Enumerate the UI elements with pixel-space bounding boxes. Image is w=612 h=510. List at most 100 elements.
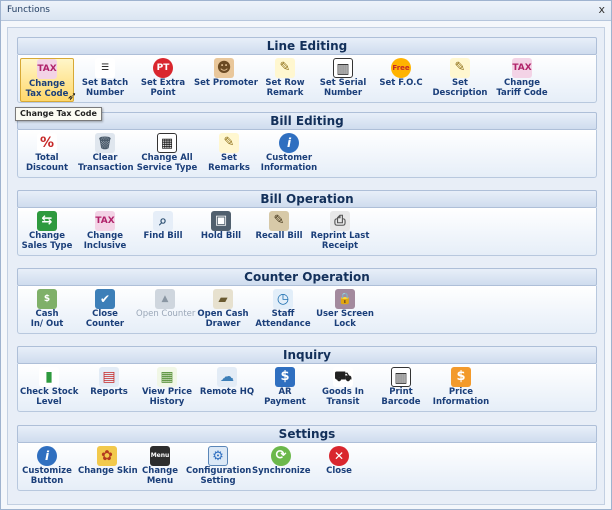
trash-icon: 🗑	[95, 133, 115, 153]
button-label-line1: Change	[29, 231, 65, 241]
change-all-service-type-button[interactable]: ▦ Change All Service Type	[136, 133, 198, 177]
set-extra-point-button[interactable]: PT Set Extra Point	[136, 58, 190, 102]
tooltip: Change Tax Code	[15, 107, 102, 121]
set-description-button[interactable]: ✎ Set Description	[430, 58, 490, 102]
button-label-line2: Barcode	[381, 397, 421, 407]
button-label-line1: Set Extra	[140, 78, 186, 88]
button-label-line1: Total	[35, 153, 59, 163]
reprint-last-receipt-button[interactable]: ⎙ Reprint Last Receipt	[310, 211, 370, 255]
calendar-icon: ▦	[157, 367, 177, 387]
button-label-line1: Find Bill	[143, 231, 183, 241]
ar-payment-button[interactable]: $ AR Payment	[258, 367, 312, 411]
button-label-line1: Customize	[22, 466, 72, 476]
button-label-line1: Recall Bill	[255, 231, 303, 241]
button-label-line1: Change All	[141, 153, 193, 163]
clear-transaction-button[interactable]: 🗑 Clear Transaction	[78, 133, 134, 177]
set-row-remark-button[interactable]: ✎ Set Row Remark	[258, 58, 312, 102]
set-promoter-button[interactable]: ☻ Set Promoter	[194, 58, 258, 102]
change-tariff-code-button[interactable]: TAX Change Tariff Code	[492, 58, 552, 102]
button-label-line2: Information	[432, 397, 490, 407]
pencil-note-icon: ✎	[219, 133, 239, 153]
close-window-button[interactable]: x	[598, 3, 605, 16]
button-label-line1: Close	[92, 309, 118, 319]
close-counter-button[interactable]: ✔ Close Counter	[78, 289, 132, 333]
group-title: Line Editing	[17, 37, 597, 55]
button-label-line2: Lock	[334, 319, 356, 329]
button-label-line2: Attendance	[255, 319, 311, 329]
button-label-line2: Inclusive	[83, 241, 127, 251]
button-label-line1: Open Cash	[197, 309, 249, 319]
group-body: ▮ Check Stock Level ▤ Reports ▦ View Pri…	[17, 364, 597, 412]
find-bill-button[interactable]: ⌕ Find Bill	[136, 211, 190, 255]
total-discount-button[interactable]: % Total Discount	[20, 133, 74, 177]
change-skin-button[interactable]: ✿ Change Skin	[78, 446, 138, 490]
button-label-line1: Set	[452, 78, 468, 88]
goods-in-transit-button[interactable]: ⛟ Goods In Transit	[316, 367, 370, 411]
synchronize-button[interactable]: ⟳ Synchronize	[252, 446, 311, 490]
button-label-line2: Payment	[264, 397, 306, 407]
counter-icon: ▲	[155, 289, 175, 309]
document-icon: ▦	[157, 133, 177, 153]
open-cash-drawer-button[interactable]: ▰ Open Cash Drawer	[196, 289, 250, 333]
pencil-note-icon: ✎	[275, 58, 295, 78]
set-remarks-button[interactable]: ✎ Set Remarks	[202, 133, 256, 177]
button-label-line1: Price	[448, 387, 474, 397]
group-title: Inquiry	[17, 346, 597, 364]
set-serial-number-button[interactable]: ▥ Set Serial Number	[316, 58, 370, 102]
change-tax-code-button[interactable]: TAX Change Tax Code	[20, 58, 74, 102]
close-button[interactable]: ✕ Close	[312, 446, 366, 490]
staff-attendance-button[interactable]: ◷ Staff Attendance	[254, 289, 312, 333]
button-label-line2: Discount	[25, 163, 69, 173]
button-label-line1: Change	[87, 231, 123, 241]
person-icon: ☻	[214, 58, 234, 78]
customer-information-button[interactable]: i Customer Information	[260, 133, 318, 177]
group-title: Bill Editing	[17, 112, 597, 130]
cash-icon: $	[37, 289, 57, 309]
button-label-line1: Hold Bill	[200, 231, 242, 241]
button-label-line1: Reports	[90, 387, 128, 397]
user-screen-lock-button[interactable]: 🔒 User Screen Lock	[316, 289, 374, 333]
button-label-line1: Set F.O.C	[379, 78, 423, 88]
reports-button[interactable]: ▤ Reports	[82, 367, 136, 411]
button-label-line2: Transaction	[78, 163, 134, 173]
barcode-icon: ▥	[391, 367, 411, 387]
cash-in-out-button[interactable]: $ Cash In/ Out	[20, 289, 74, 333]
free-icon: Free	[391, 58, 411, 78]
check-stock-level-button[interactable]: ▮ Check Stock Level	[20, 367, 78, 411]
functions-window: Functions x Line Editing TAX Change Tax …	[0, 0, 612, 510]
set-foc-button[interactable]: Free Set F.O.C	[374, 58, 428, 102]
price-information-button[interactable]: $ Price Information	[432, 367, 490, 411]
remote-hq-button[interactable]: ☁ Remote HQ	[198, 367, 256, 411]
paint-palette-icon: ✿	[97, 446, 117, 466]
configuration-setting-button[interactable]: ⚙ Configuration Setting	[186, 446, 252, 490]
set-batch-number-button[interactable]: ☰ Set Batch Number	[78, 58, 132, 102]
button-label-line2: Transit	[326, 397, 360, 407]
report-icon: ▤	[99, 367, 119, 387]
button-label-line1: Set Batch	[81, 78, 129, 88]
change-inclusive-button[interactable]: TAX Change Inclusive	[78, 211, 132, 255]
button-label-line2: Remarks	[208, 163, 250, 173]
change-sales-type-button[interactable]: ⇆ Change Sales Type	[20, 211, 74, 255]
button-label-line1: View Price	[141, 387, 193, 397]
view-price-history-button[interactable]: ▦ View Price History	[140, 367, 194, 411]
group-title: Settings	[17, 425, 597, 443]
change-menu-button[interactable]: Menu Change Menu	[136, 446, 184, 490]
barcode-icon: ▥	[333, 58, 353, 78]
open-counter-button[interactable]: ▲ Open Counter	[136, 289, 196, 333]
button-label-line1: Open Counter	[136, 309, 196, 319]
button-label-line1: Configuration	[186, 466, 252, 476]
print-barcode-button[interactable]: ▥ Print Barcode	[374, 367, 428, 411]
button-label-line1: AR	[278, 387, 292, 397]
recall-bill-button[interactable]: ✎ Recall Bill	[252, 211, 306, 255]
button-label-line1: Clear	[92, 153, 118, 163]
hold-bill-button[interactable]: ▣ Hold Bill	[194, 211, 248, 255]
customize-button-button[interactable]: i Customize Button	[20, 446, 74, 490]
group-body: i Customize Button ✿ Change Skin Menu Ch…	[17, 443, 597, 491]
button-label-line1: Change	[142, 466, 178, 476]
button-label-line2: Setting	[200, 476, 236, 486]
button-label-line2: Description	[432, 88, 488, 98]
button-label-line1: Set Row	[265, 78, 305, 88]
info-icon: i	[279, 133, 299, 153]
point-icon: PT	[153, 58, 173, 78]
button-label-line1: Remote HQ	[199, 387, 255, 397]
